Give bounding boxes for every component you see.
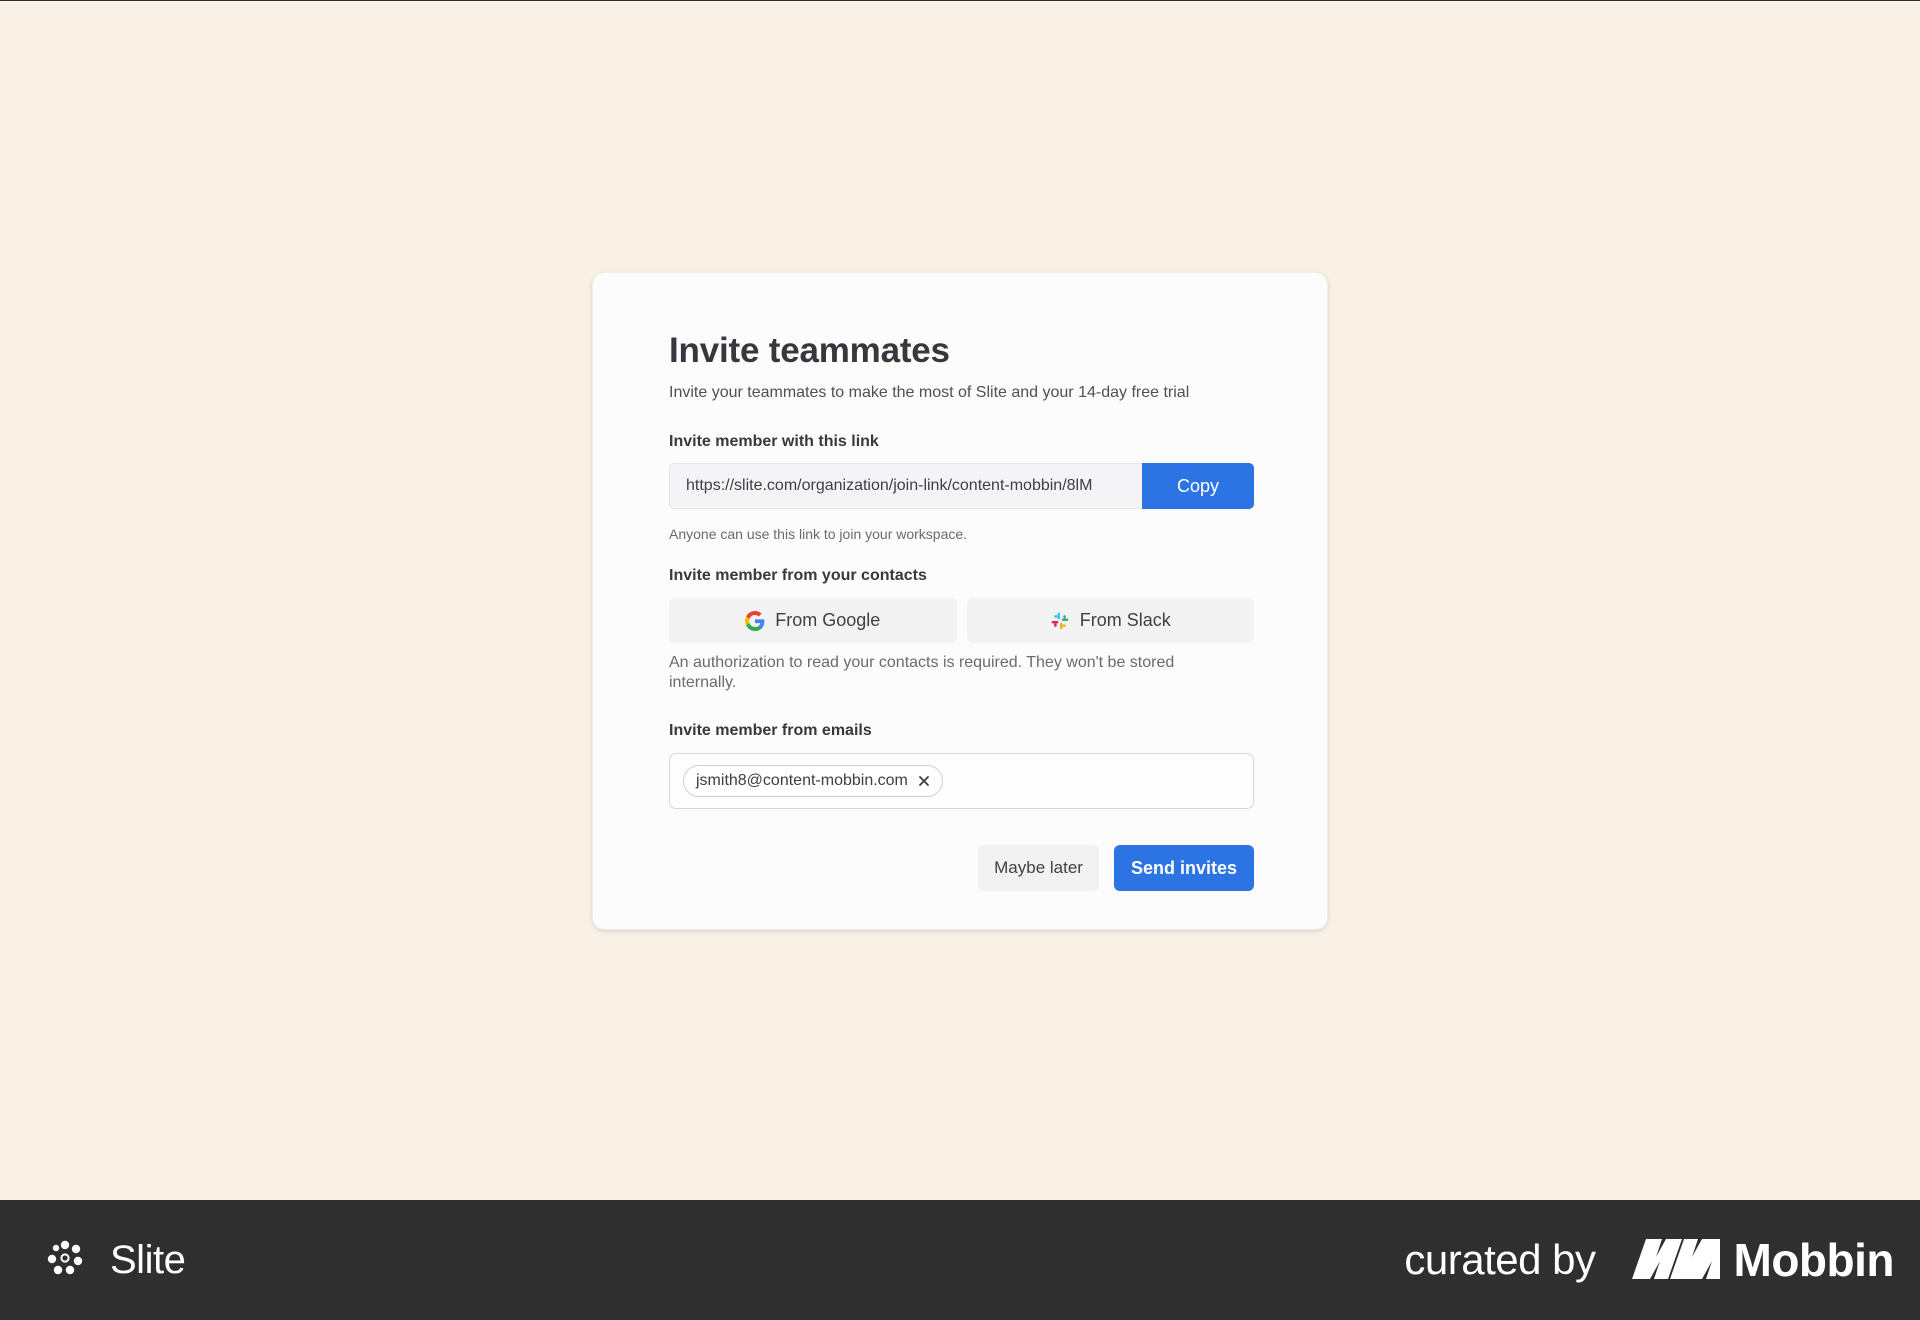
link-help-text: Anyone can use this link to join your wo… xyxy=(669,526,968,542)
link-section-label: Invite member with this link xyxy=(669,433,879,450)
email-chip: jsmith8@content-mobbin.com xyxy=(683,765,943,797)
dialog-title: Invite teammates xyxy=(669,331,950,370)
emails-section-label: Invite member from emails xyxy=(669,722,872,739)
curated-by: curated by Mobbin xyxy=(1404,1200,1894,1320)
send-invites-button[interactable]: Send invites xyxy=(1113,845,1254,891)
from-google-label: From Google xyxy=(775,610,881,630)
curated-by-text: curated by xyxy=(1404,1236,1596,1283)
google-icon xyxy=(745,610,765,631)
emails-input[interactable]: jsmith8@content-mobbin.com xyxy=(669,753,1254,809)
maybe-later-button[interactable]: Maybe later xyxy=(978,845,1099,891)
close-icon[interactable] xyxy=(916,773,932,789)
footer-bar: Slite curated by Mobbin xyxy=(0,1200,1920,1320)
app-brand: Slite xyxy=(46,1200,186,1320)
slack-icon xyxy=(1050,611,1070,631)
dialog-subtitle: Invite your teammates to make the most o… xyxy=(669,384,1190,401)
page-background: Invite teammates Invite your teammates t… xyxy=(0,1,1920,1200)
contacts-button-row: From Google From Slack xyxy=(669,598,1254,643)
invite-dialog: Invite teammates Invite your teammates t… xyxy=(592,272,1328,930)
email-chip-label: jsmith8@content-mobbin.com xyxy=(696,772,908,789)
contacts-section-label: Invite member from your contacts xyxy=(669,567,927,584)
contacts-help-text: An authorization to read your contacts i… xyxy=(669,654,1175,691)
from-slack-button[interactable]: From Slack xyxy=(966,598,1254,643)
app-name: Slite xyxy=(110,1237,186,1282)
curator-name: Mobbin xyxy=(1733,1234,1895,1286)
invite-link-input[interactable] xyxy=(669,463,1142,509)
invite-link-row: Copy xyxy=(669,463,1254,509)
slite-logo-icon xyxy=(46,1239,84,1282)
dialog-actions: Maybe later Send invites xyxy=(978,845,1254,891)
from-slack-label: From Slack xyxy=(1079,610,1171,630)
copy-link-button[interactable]: Copy xyxy=(1142,463,1254,509)
mobbin-logo-icon xyxy=(1631,1237,1720,1284)
from-google-button[interactable]: From Google xyxy=(669,598,957,643)
